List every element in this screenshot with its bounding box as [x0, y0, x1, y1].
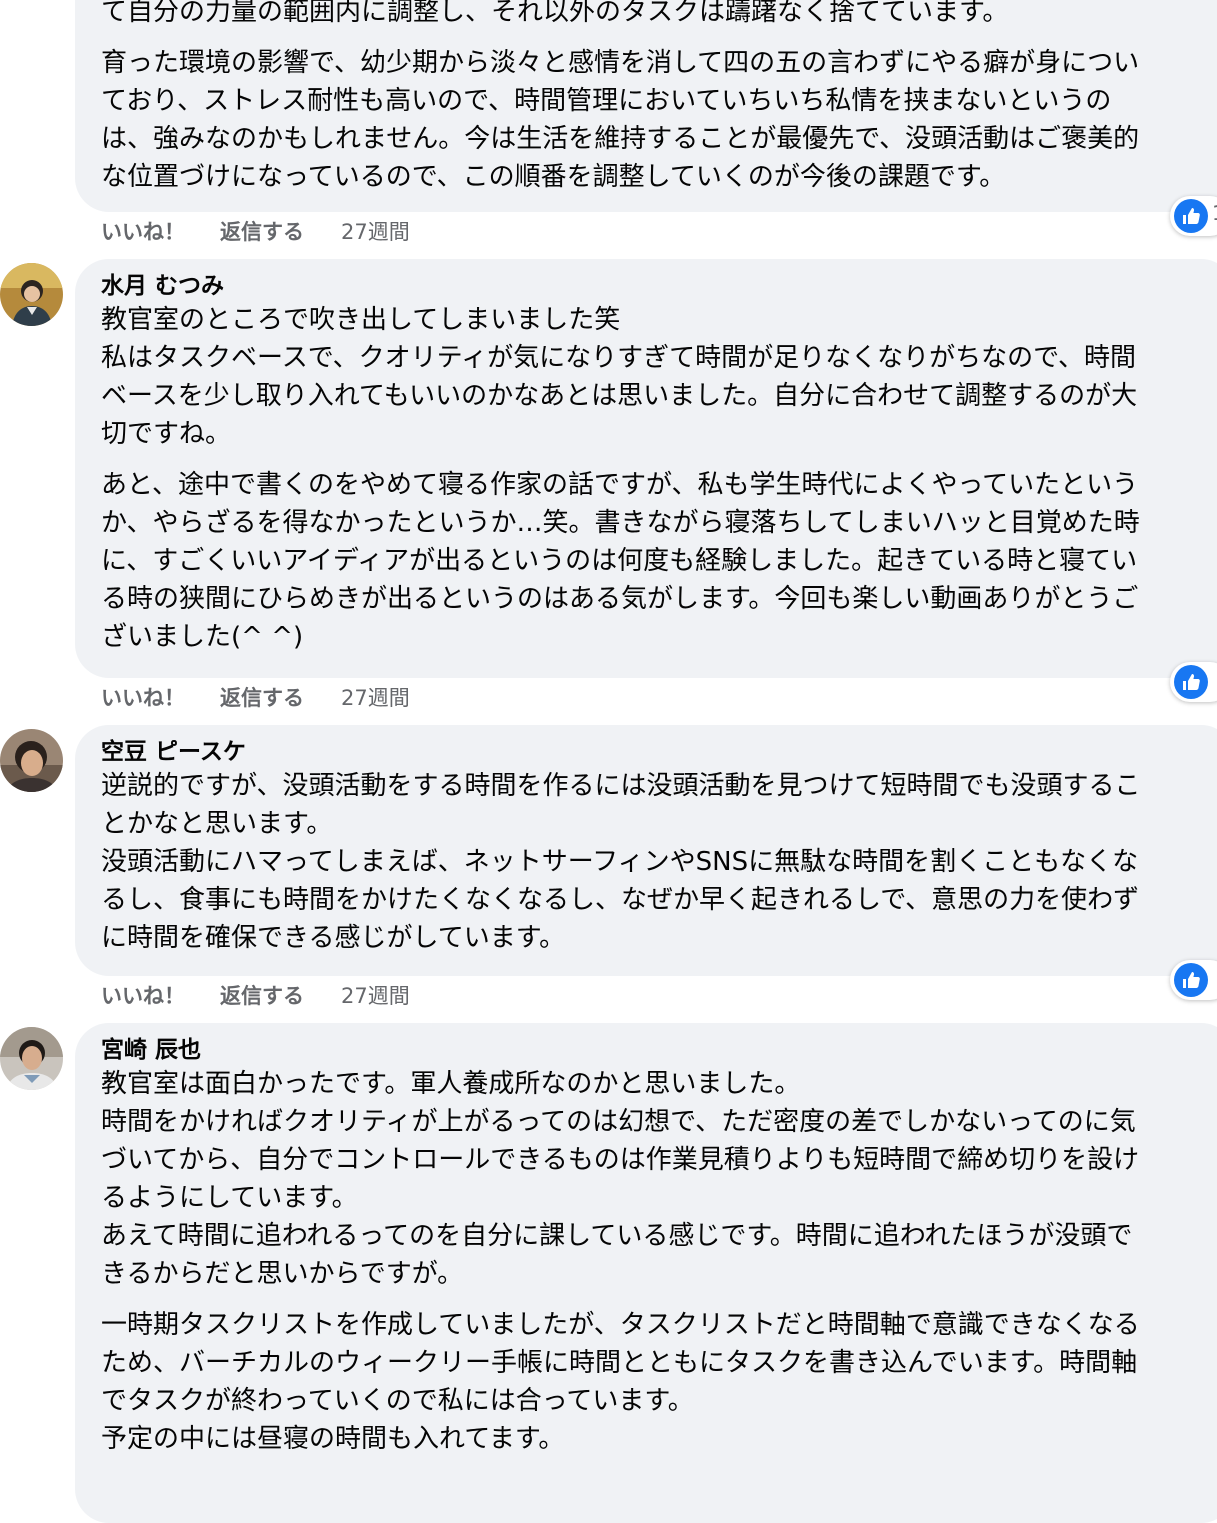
comment-line: て自分の力量の範囲内に調整し、それ以外のタスクは躊躇なく捨てています。 [101, 0, 1009, 27]
avatar[interactable] [0, 1027, 63, 1090]
comment-line: あえて時間に追われるってのを自分に課している感じです。時間に追われたほうが没頭で [101, 1221, 1133, 1251]
comment-bubble: 水月 むつみ 教官室のところで吹き出してしまいました笑 私はタスクベースで、クオ… [75, 259, 1217, 678]
comment-line: ため、バーチカルのウィークリー手帳に時間とともにタスクを書き込んでいます。時間軸 [101, 1348, 1138, 1378]
comment-line: な位置づけになっているので、この順番を調整していくのが今後の課題です。 [101, 162, 1006, 192]
comment-bubble: 空豆 ピースケ 逆説的ですが、没頭活動をする時間を作るには没頭活動を見つけて短時… [75, 725, 1217, 976]
reaction-badge[interactable] [1170, 960, 1217, 1000]
comment-paragraph: 教官室は面白かったです。軍人養成所なのかと思いました。 時間をかければクオリティ… [101, 1065, 1217, 1293]
comment-author[interactable]: 空豆 ピースケ [101, 737, 1217, 767]
comment-line: 教官室は面白かったです。軍人養成所なのかと思いました。 [101, 1069, 801, 1099]
comment-line: るし、食事にも時間をかけたくなくなるし、なぜか早く起きれるしで、意思の力を使わず [101, 885, 1140, 915]
comment-paragraph: 教官室のところで吹き出してしまいました笑 私はタスクベースで、クオリティが気にな… [101, 301, 1217, 453]
comment-line: 没頭活動にハマってしまえば、ネットサーフィンやSNSに無駄な時間を割くこともなく… [101, 847, 1139, 877]
like-button[interactable]: いいね！ [101, 217, 185, 247]
timestamp[interactable]: 27週間 [341, 683, 410, 713]
reaction-count: 1 [1212, 201, 1217, 225]
comment-line: か、やらざるを得なかったというか…笑。書きながら寝落ちしてしまいハッと目覚めた時 [101, 508, 1140, 538]
reply-button[interactable]: 返信する [220, 981, 304, 1011]
comment-author[interactable]: 宮崎 辰也 [101, 1035, 1217, 1065]
comment-paragraph: 一時期タスクリストを作成していましたが、タスクリストだと時間軸で意識できなくなる… [101, 1306, 1217, 1458]
avatar[interactable] [0, 263, 63, 326]
reaction-badge[interactable] [1170, 662, 1217, 702]
comment-paragraph: 逆説的ですが、没頭活動をする時間を作るには没頭活動を見つけて短時間でも没頭するこ… [101, 767, 1217, 957]
avatar-photo-icon [0, 263, 63, 326]
timestamp[interactable]: 27週間 [341, 217, 410, 247]
avatar-photo-icon [0, 729, 63, 792]
comment-line: ており、ストレス耐性も高いので、時間管理においていちいち私情を挟まないというの [101, 86, 1112, 116]
comment-line: ベースを少し取り入れてもいいのかなあとは思いました。自分に合わせて調整するのが大 [101, 381, 1138, 411]
comment-line: ざいました(^ ^) [101, 622, 304, 652]
comment-line: きるからだと思いからですが。 [101, 1259, 464, 1289]
comment-line: に時間を確保できる感じがしています。 [101, 923, 566, 953]
comment-line: 育った環境の影響で、幼少期から淡々と感情を消して四の五の言わずにやる癖が身につい [101, 48, 1140, 78]
comment-line: は、強みなのかもしれません。今は生活を維持することが最優先で、没頭活動はご褒美的 [101, 124, 1140, 154]
avatar[interactable] [0, 729, 63, 792]
comment-line: 時間をかければクオリティが上がるってのは幻想で、ただ密度の差でしかないってのに気 [101, 1107, 1136, 1137]
like-icon [1174, 199, 1208, 233]
comment-line: る時の狭間にひらめきが出るというのはある気がします。今回も楽しい動画ありがとうご [101, 584, 1139, 614]
comment-line: あと、途中で書くのをやめて寝る作家の話ですが、私も学生時代によくやっていたという [101, 470, 1139, 500]
comment-paragraph: あと、途中で書くのをやめて寝る作家の話ですが、私も学生時代によくやっていたという… [101, 466, 1217, 656]
comment-line: 逆説的ですが、没頭活動をする時間を作るには没頭活動を見つけて短時間でも没頭するこ [101, 771, 1141, 801]
comment-bubble: て自分の力量の範囲内に調整し、それ以外のタスクは躊躇なく捨てています。 育った環… [75, 0, 1217, 212]
comment-line: とかなと思います。 [101, 809, 333, 839]
comment-author[interactable]: 水月 むつみ [101, 271, 1217, 301]
avatar-photo-icon [0, 1027, 63, 1090]
reply-button[interactable]: 返信する [220, 683, 304, 713]
timestamp[interactable]: 27週間 [341, 981, 410, 1011]
comment-line: 予定の中には昼寝の時間も入れてます。 [101, 1424, 565, 1454]
comment-line: 一時期タスクリストを作成していましたが、タスクリストだと時間軸で意識できなくなる [101, 1310, 1140, 1340]
like-icon [1174, 665, 1208, 699]
comment-line: 教官室のところで吹き出してしまいました笑 [101, 305, 621, 335]
comment-line: に、すごくいいアイディアが出るというのは何度も経験しました。起きている時と寝てい [101, 546, 1138, 576]
comment-bubble: 宮崎 辰也 教官室は面白かったです。軍人養成所なのかと思いました。 時間をかけれ… [75, 1023, 1217, 1523]
comment-line: るようにしています。 [101, 1183, 358, 1213]
comment-paragraph: て自分の力量の範囲内に調整し、それ以外のタスクは躊躇なく捨てています。 [101, 0, 1217, 31]
comment-line: 私はタスクベースで、クオリティが気になりすぎて時間が足りなくなりがちなので、時間 [101, 343, 1137, 373]
like-button[interactable]: いいね！ [101, 981, 185, 1011]
reaction-badge[interactable]: 1 [1170, 196, 1217, 236]
comment-paragraph: 育った環境の影響で、幼少期から淡々と感情を消して四の五の言わずにやる癖が身につい… [101, 44, 1217, 196]
like-icon [1174, 963, 1208, 997]
reply-button[interactable]: 返信する [220, 217, 304, 247]
comment-line: づいてから、自分でコントロールできるものは作業見積りよりも短時間で締め切りを設け [101, 1145, 1140, 1175]
comment-line: でタスクが終わっていくので私には合っています。 [101, 1386, 694, 1416]
comment-line: 切ですね。 [101, 419, 232, 449]
like-button[interactable]: いいね！ [101, 683, 185, 713]
